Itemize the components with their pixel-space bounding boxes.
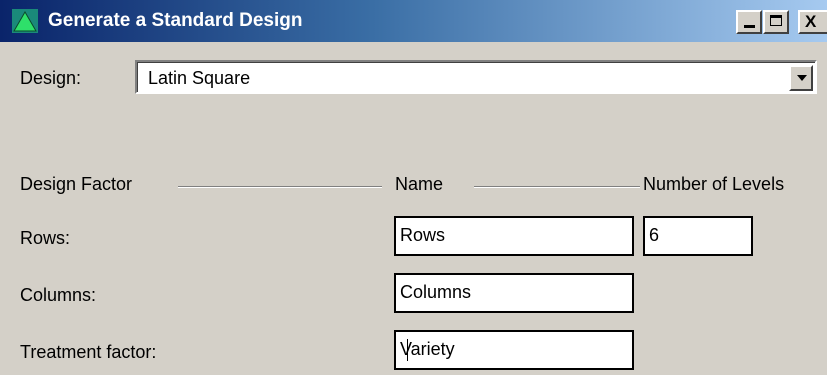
text-cursor	[407, 339, 408, 361]
minimize-button[interactable]	[736, 10, 762, 34]
rows-label: Rows:	[20, 228, 71, 248]
columns-name-field[interactable]: Columns	[394, 273, 634, 313]
window-title: Generate a Standard Design	[48, 10, 303, 31]
design-factor-header: Design Factor	[20, 174, 133, 194]
maximize-icon	[770, 15, 782, 26]
close-icon: X	[805, 12, 817, 31]
dropdown-button[interactable]	[789, 65, 813, 91]
header-divider	[474, 186, 640, 188]
design-label: Design:	[20, 68, 82, 88]
number-of-levels-header: Number of Levels	[643, 174, 785, 194]
rows-levels-field[interactable]: 6	[643, 216, 753, 256]
treatment-factor-name-field[interactable]: Variety	[394, 330, 634, 370]
maximize-button[interactable]	[763, 10, 789, 34]
rows-name-field[interactable]: Rows	[394, 216, 634, 256]
design-select-value: Latin Square	[148, 68, 251, 88]
chevron-down-icon	[797, 75, 807, 81]
columns-label: Columns:	[20, 285, 97, 305]
minimize-icon	[744, 25, 755, 28]
name-header: Name	[395, 174, 444, 194]
treatment-factor-label: Treatment factor:	[20, 342, 157, 362]
design-select[interactable]: Latin Square	[135, 60, 817, 94]
close-button[interactable]: X	[798, 10, 827, 34]
header-divider	[178, 186, 382, 188]
title-bar[interactable]: Generate a Standard Design X	[0, 0, 827, 42]
triangle-app-icon	[12, 9, 38, 33]
